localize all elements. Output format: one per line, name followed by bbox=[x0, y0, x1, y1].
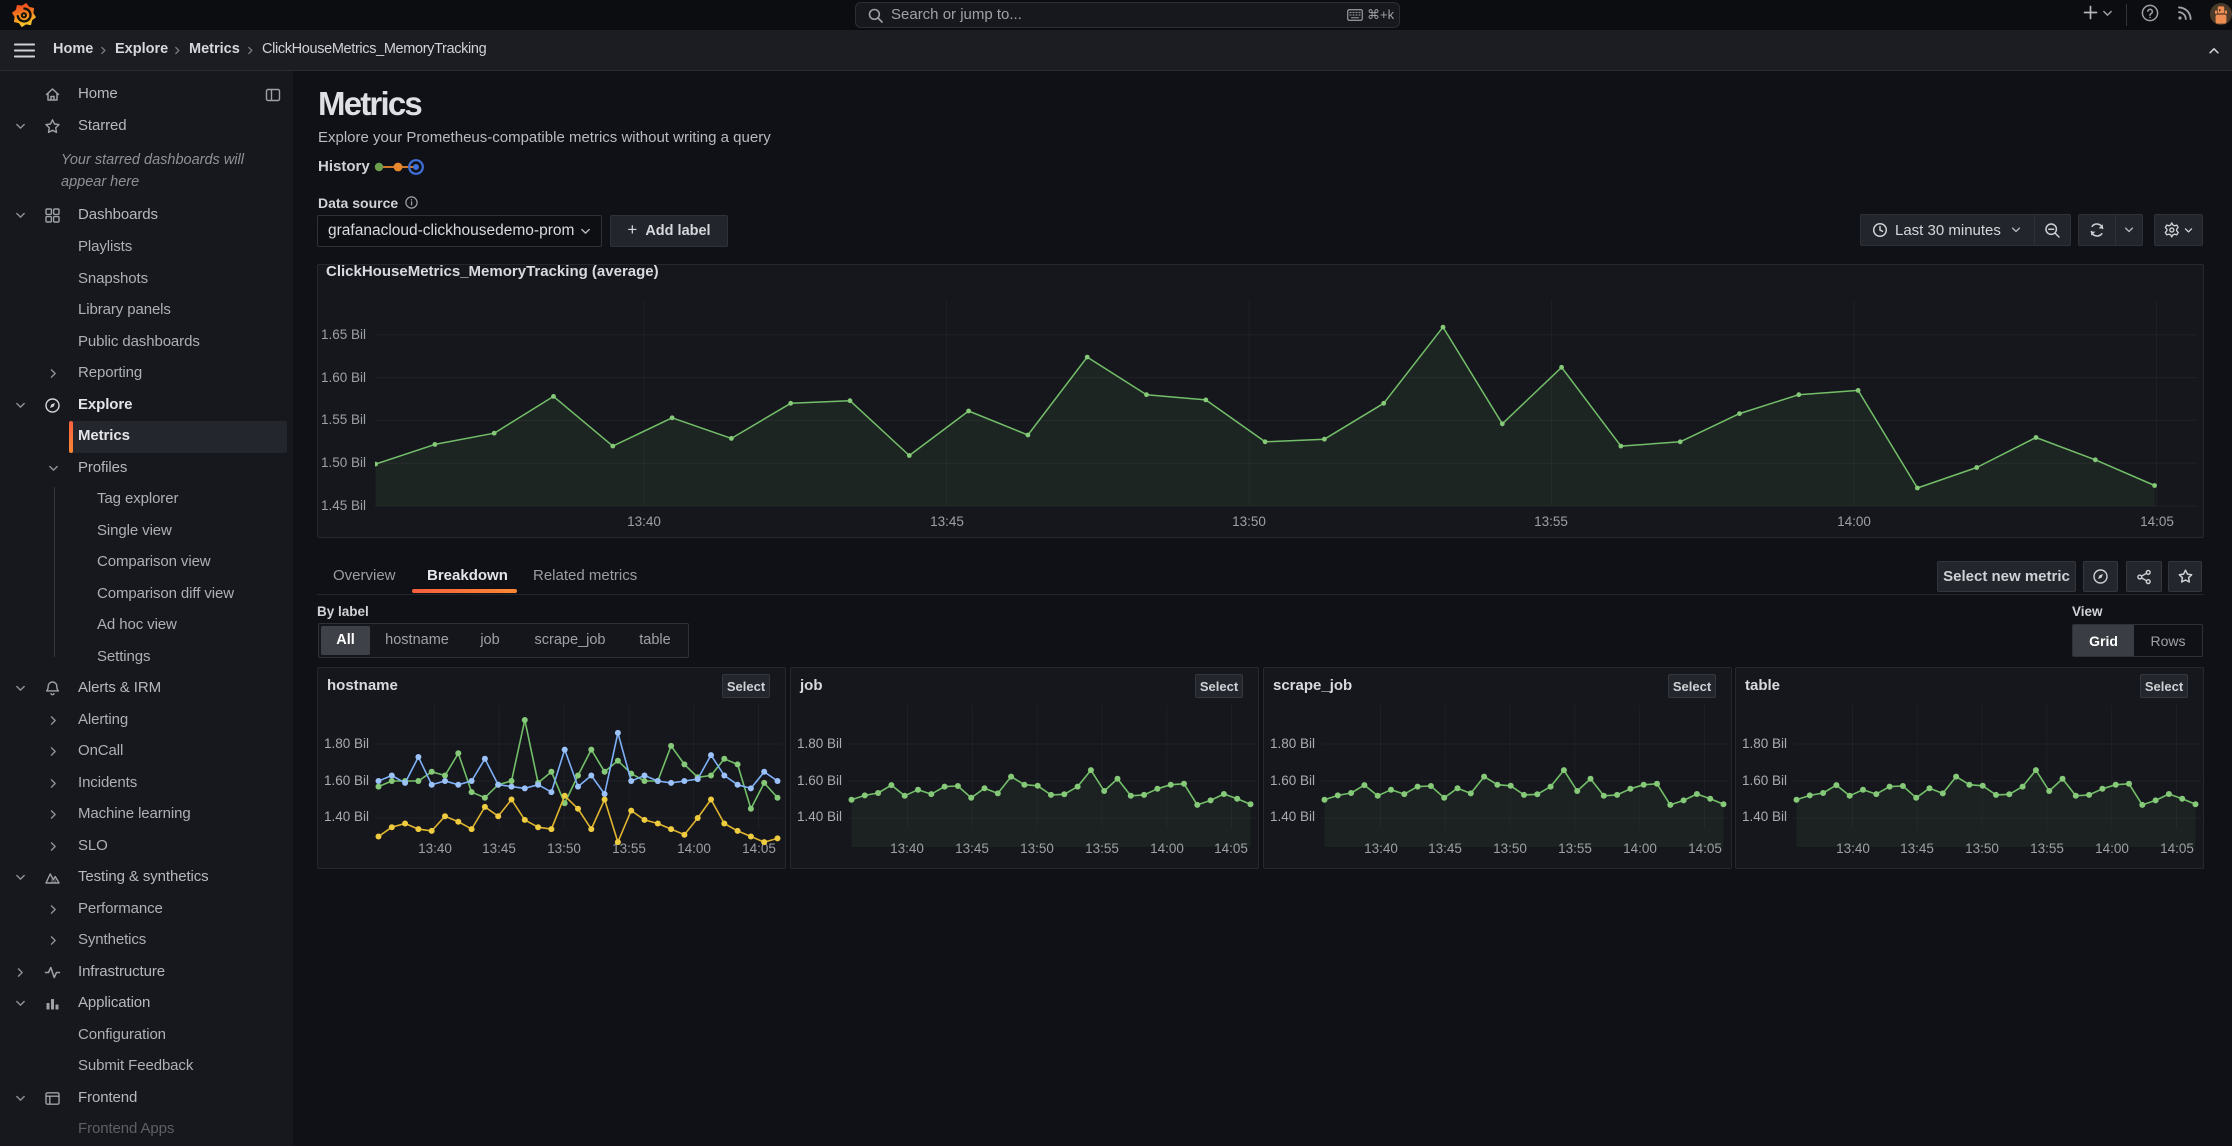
svg-text:k6: k6 bbox=[51, 879, 56, 884]
